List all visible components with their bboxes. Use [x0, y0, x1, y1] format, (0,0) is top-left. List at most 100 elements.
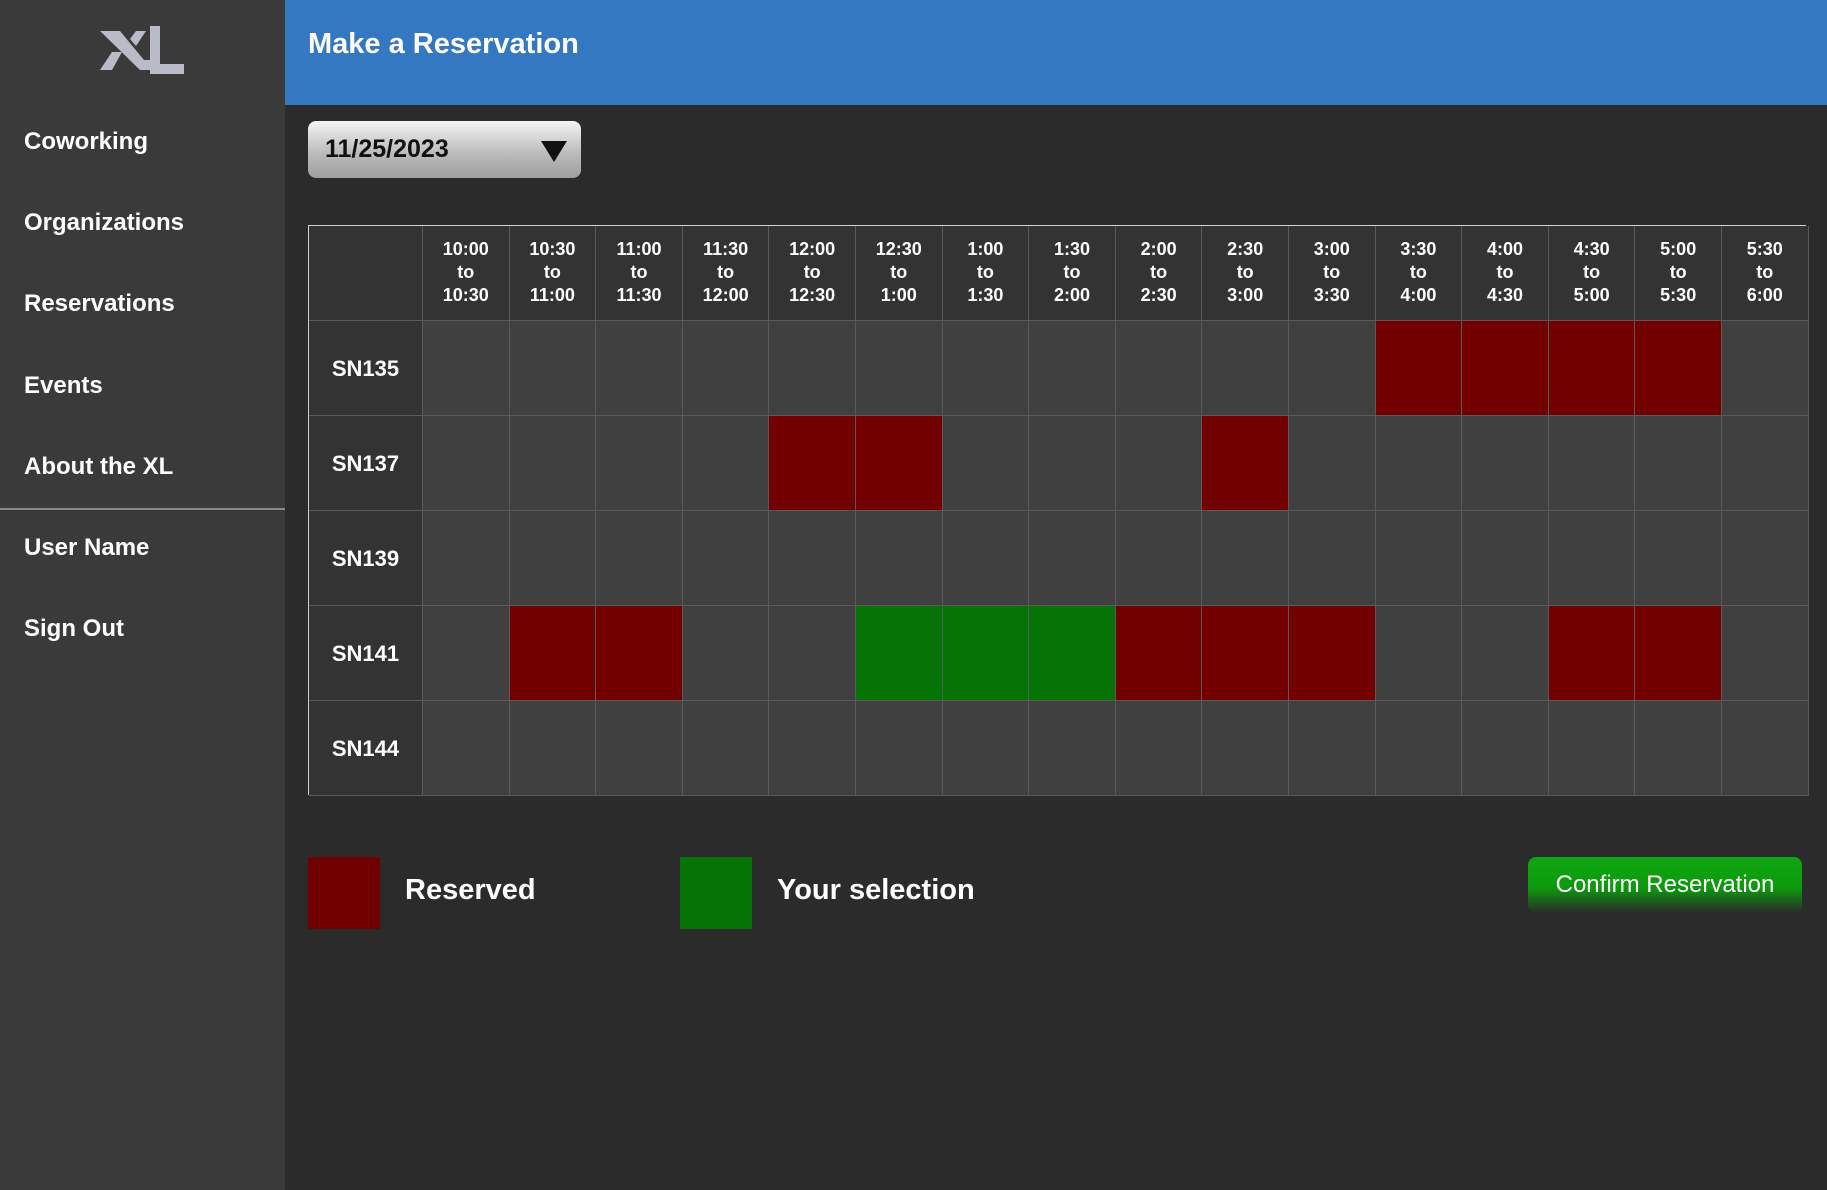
time-slot-line: 10:30 — [442, 285, 489, 305]
reserved-slot — [1289, 606, 1376, 701]
available-slot[interactable] — [856, 511, 943, 606]
available-slot[interactable] — [1115, 701, 1203, 796]
available-slot[interactable] — [942, 511, 1030, 606]
available-slot[interactable] — [423, 511, 510, 606]
available-slot[interactable] — [1722, 511, 1809, 606]
available-slot[interactable] — [1029, 511, 1116, 606]
reserved-slot — [1375, 321, 1463, 416]
available-slot[interactable] — [682, 321, 770, 416]
available-slot[interactable] — [1548, 701, 1636, 796]
date-dropdown[interactable]: 11/25/2023 — [308, 121, 581, 178]
reserved-slot — [1115, 606, 1203, 701]
time-slot-header: 5:30 to 6:00 — [1722, 226, 1809, 321]
time-slot-line: to — [630, 262, 648, 282]
time-slot-line: to — [543, 262, 561, 282]
nav-about[interactable]: About the XL — [24, 447, 274, 487]
reserved-slot — [596, 606, 683, 701]
available-slot[interactable] — [509, 511, 597, 606]
available-slot[interactable] — [1722, 416, 1809, 511]
available-slot[interactable] — [769, 606, 856, 701]
available-slot[interactable] — [1548, 511, 1636, 606]
available-slot[interactable] — [1635, 416, 1722, 511]
available-slot[interactable] — [1115, 321, 1203, 416]
nav-coworking[interactable]: Coworking — [24, 122, 274, 162]
available-slot[interactable] — [1115, 511, 1203, 606]
available-slot[interactable] — [509, 321, 597, 416]
available-slot[interactable] — [1289, 416, 1376, 511]
available-slot[interactable] — [1289, 701, 1376, 796]
available-slot[interactable] — [1375, 701, 1463, 796]
available-slot[interactable] — [856, 701, 943, 796]
available-slot[interactable] — [1462, 701, 1549, 796]
available-slot[interactable] — [1635, 511, 1722, 606]
reserved-slot — [1462, 321, 1549, 416]
available-slot[interactable] — [1202, 511, 1289, 606]
available-slot[interactable] — [1462, 606, 1549, 701]
selected-slot[interactable] — [1029, 606, 1116, 701]
available-slot[interactable] — [1722, 606, 1809, 701]
time-slot-line: to — [1409, 262, 1427, 282]
time-slot-line: 2:00 — [1140, 239, 1177, 259]
available-slot[interactable] — [682, 511, 770, 606]
selected-slot[interactable] — [942, 606, 1030, 701]
available-slot[interactable] — [1029, 701, 1116, 796]
available-slot[interactable] — [769, 511, 856, 606]
available-slot[interactable] — [1202, 701, 1289, 796]
available-slot[interactable] — [682, 701, 770, 796]
nav-organizations[interactable]: Organizations — [24, 203, 274, 243]
reserved-slot — [856, 416, 943, 511]
time-slot-line: 4:00 — [1400, 285, 1437, 305]
nav-user-name[interactable]: User Name — [24, 528, 274, 568]
available-slot[interactable] — [1548, 416, 1636, 511]
available-slot[interactable] — [1722, 321, 1809, 416]
nav-reservations[interactable]: Reservations — [24, 284, 274, 324]
confirm-reservation-button[interactable]: Confirm Reservation — [1528, 857, 1802, 913]
time-slot-line: 3:00 — [1227, 285, 1264, 305]
available-slot[interactable] — [682, 416, 770, 511]
available-slot[interactable] — [1722, 701, 1809, 796]
available-slot[interactable] — [1375, 606, 1463, 701]
reserved-slot — [1548, 321, 1636, 416]
available-slot[interactable] — [1462, 416, 1549, 511]
available-slot[interactable] — [856, 321, 943, 416]
available-slot[interactable] — [596, 321, 683, 416]
available-slot[interactable] — [1635, 701, 1722, 796]
selected-slot[interactable] — [856, 606, 943, 701]
available-slot[interactable] — [942, 701, 1030, 796]
available-slot[interactable] — [423, 321, 510, 416]
time-slot-line: to — [1756, 262, 1774, 282]
available-slot[interactable] — [509, 701, 597, 796]
available-slot[interactable] — [942, 416, 1030, 511]
available-slot[interactable] — [1375, 416, 1463, 511]
available-slot[interactable] — [1029, 321, 1116, 416]
available-slot[interactable] — [596, 416, 683, 511]
available-slot[interactable] — [596, 511, 683, 606]
available-slot[interactable] — [1289, 511, 1376, 606]
available-slot[interactable] — [596, 701, 683, 796]
nav-events[interactable]: Events — [24, 366, 274, 406]
available-slot[interactable] — [509, 416, 597, 511]
available-slot[interactable] — [1202, 321, 1289, 416]
page-title: Make a Reservation — [308, 28, 579, 60]
available-slot[interactable] — [1115, 416, 1203, 511]
xl-logo[interactable]: XL — [100, 26, 184, 80]
available-slot[interactable] — [769, 701, 856, 796]
available-slot[interactable] — [769, 321, 856, 416]
nav-sign-out[interactable]: Sign Out — [24, 609, 274, 649]
time-slot-line: 6:00 — [1746, 285, 1783, 305]
available-slot[interactable] — [1375, 511, 1463, 606]
available-slot[interactable] — [423, 416, 510, 511]
available-slot[interactable] — [423, 701, 510, 796]
legend-reserved-label: Reserved — [405, 874, 536, 906]
time-slot-line: to — [457, 262, 475, 282]
time-slot-line: 12:30 — [789, 285, 836, 305]
available-slot[interactable] — [423, 606, 510, 701]
time-slot-line: to — [1323, 262, 1341, 282]
available-slot[interactable] — [1462, 511, 1549, 606]
time-slot-line: 2:30 — [1227, 239, 1264, 259]
available-slot[interactable] — [1289, 321, 1376, 416]
available-slot[interactable] — [682, 606, 770, 701]
available-slot[interactable] — [1029, 416, 1116, 511]
time-slot-line: to — [1496, 262, 1514, 282]
available-slot[interactable] — [942, 321, 1030, 416]
